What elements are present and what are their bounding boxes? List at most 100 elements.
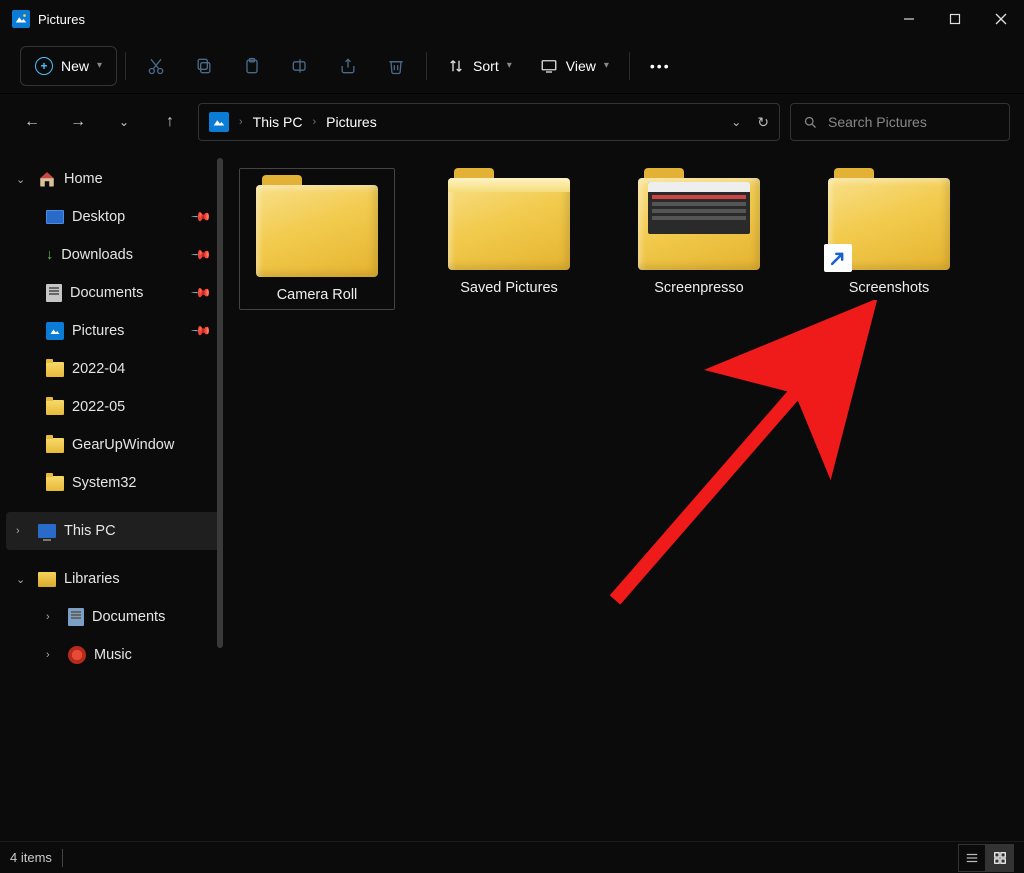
maximize-button[interactable] xyxy=(932,0,978,38)
folder-camera-roll[interactable]: Camera Roll xyxy=(239,168,395,310)
search-input[interactable]: Search Pictures xyxy=(790,103,1010,141)
nav-libraries[interactable]: ⌄ Libraries xyxy=(6,560,221,598)
address-row: ← → ⌄ ↑ › This PC › Pictures ⌄ ↻ Search … xyxy=(0,94,1024,150)
toolbar: + New ▾ Sort ▾ View ▾ ••• xyxy=(0,38,1024,94)
item-count: 4 items xyxy=(10,850,52,865)
folder-screenshots[interactable]: Screenshots xyxy=(813,168,965,296)
shortcut-overlay-icon xyxy=(824,244,852,272)
desktop-icon xyxy=(46,210,64,224)
nav-desktop[interactable]: Desktop 📌 xyxy=(6,198,221,236)
plus-icon: + xyxy=(35,57,53,75)
window-title: Pictures xyxy=(38,12,85,27)
music-icon xyxy=(68,646,86,664)
nav-label: 2022-04 xyxy=(72,361,125,377)
copy-button[interactable] xyxy=(182,46,226,86)
nav-folder-system32[interactable]: System32 xyxy=(6,464,221,502)
folder-icon xyxy=(448,168,570,270)
folder-screenpresso[interactable]: Screenpresso xyxy=(623,168,775,296)
nav-lib-documents[interactable]: › Documents xyxy=(6,598,221,636)
folder-icon xyxy=(46,400,64,415)
up-button[interactable]: ↑ xyxy=(152,104,188,140)
separator xyxy=(125,52,126,80)
nav-downloads[interactable]: ↓ Downloads 📌 xyxy=(6,236,221,274)
nav-lib-music[interactable]: › Music xyxy=(6,636,221,674)
annotation-arrow xyxy=(595,300,895,620)
nav-label: This PC xyxy=(64,523,116,539)
new-label: New xyxy=(61,58,89,74)
nav-documents[interactable]: Documents 📌 xyxy=(6,274,221,312)
folder-icon xyxy=(638,168,760,270)
close-button[interactable] xyxy=(978,0,1024,38)
nav-pictures[interactable]: Pictures 📌 xyxy=(6,312,221,350)
chevron-down-icon: ▾ xyxy=(604,60,609,71)
nav-home[interactable]: ⌄ Home xyxy=(6,160,221,198)
nav-label: Pictures xyxy=(72,323,124,339)
folder-label: Screenpresso xyxy=(623,280,775,296)
app-icon xyxy=(12,10,30,28)
sort-icon xyxy=(447,57,465,75)
new-button[interactable]: + New ▾ xyxy=(20,46,117,86)
address-bar[interactable]: › This PC › Pictures ⌄ ↻ xyxy=(198,103,780,141)
view-button[interactable]: View ▾ xyxy=(528,46,621,86)
nav-label: GearUpWindow xyxy=(72,437,174,453)
chevron-right-icon: › xyxy=(46,649,60,661)
nav-folder-2022-04[interactable]: 2022-04 xyxy=(6,350,221,388)
delete-button[interactable] xyxy=(374,46,418,86)
forward-button[interactable]: → xyxy=(60,104,96,140)
folder-icon xyxy=(828,168,950,270)
chevron-down-icon: ▾ xyxy=(97,60,102,71)
chevron-down-icon[interactable]: ⌄ xyxy=(731,115,741,129)
nav-label: Documents xyxy=(92,609,165,625)
pictures-icon xyxy=(46,322,64,340)
chevron-down-icon: ▾ xyxy=(507,60,512,71)
nav-label: Documents xyxy=(70,285,143,301)
document-icon xyxy=(46,284,62,302)
cut-button[interactable] xyxy=(134,46,178,86)
pc-icon xyxy=(38,524,56,538)
content-pane: Camera Roll Saved Pictures Screenpresso … xyxy=(225,150,1024,838)
location-icon xyxy=(209,112,229,132)
refresh-button[interactable]: ↻ xyxy=(757,114,769,131)
separator xyxy=(629,52,630,80)
back-button[interactable]: ← xyxy=(14,104,50,140)
pin-icon: 📌 xyxy=(190,206,213,229)
more-button[interactable]: ••• xyxy=(638,46,683,86)
rename-button[interactable] xyxy=(278,46,322,86)
minimize-button[interactable] xyxy=(886,0,932,38)
details-view-button[interactable] xyxy=(958,844,986,872)
folder-label: Saved Pictures xyxy=(433,280,585,296)
pin-icon: 📌 xyxy=(190,320,213,343)
sort-button[interactable]: Sort ▾ xyxy=(435,46,524,86)
pin-icon: 📌 xyxy=(190,282,213,305)
icons-view-button[interactable] xyxy=(986,844,1014,872)
folder-thumbnail xyxy=(648,182,750,234)
recent-button[interactable]: ⌄ xyxy=(106,104,142,140)
folder-label: Screenshots xyxy=(813,280,965,296)
nav-label: Music xyxy=(94,647,132,663)
titlebar: Pictures xyxy=(0,0,1024,38)
separator xyxy=(62,849,63,867)
breadcrumb-item[interactable]: Pictures xyxy=(326,114,377,130)
document-icon xyxy=(68,608,84,626)
nav-this-pc[interactable]: › This PC xyxy=(6,512,221,550)
nav-label: Downloads xyxy=(61,247,133,263)
search-placeholder: Search Pictures xyxy=(828,114,927,130)
view-label: View xyxy=(566,58,596,74)
nav-folder-2022-05[interactable]: 2022-05 xyxy=(6,388,221,426)
scrollbar[interactable] xyxy=(217,158,223,648)
breadcrumb-item[interactable]: This PC xyxy=(253,114,303,130)
share-button[interactable] xyxy=(326,46,370,86)
nav-label: System32 xyxy=(72,475,136,491)
nav-label: Home xyxy=(64,171,103,187)
home-icon xyxy=(38,170,56,188)
statusbar: 4 items xyxy=(0,841,1024,873)
folder-saved-pictures[interactable]: Saved Pictures xyxy=(433,168,585,296)
chevron-down-icon: ⌄ xyxy=(16,173,30,186)
nav-label: 2022-05 xyxy=(72,399,125,415)
nav-folder-gearup[interactable]: GearUpWindow xyxy=(6,426,221,464)
chevron-down-icon: ⌄ xyxy=(16,573,30,586)
nav-label: Libraries xyxy=(64,571,120,587)
nav-label: Desktop xyxy=(72,209,125,225)
chevron-right-icon: › xyxy=(46,611,60,623)
paste-button[interactable] xyxy=(230,46,274,86)
